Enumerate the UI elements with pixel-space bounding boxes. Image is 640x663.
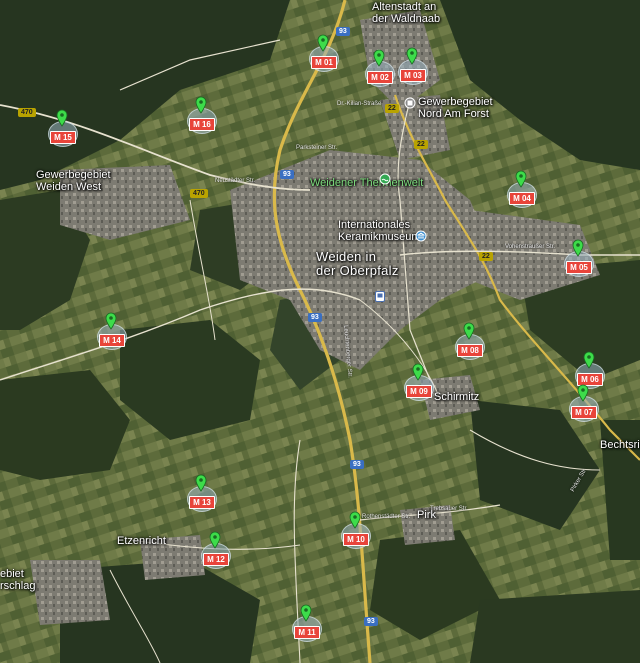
map-marker-m04[interactable]: M 04 — [506, 170, 537, 208]
map-marker-m15[interactable]: M 15 — [47, 109, 78, 147]
map-marker-m14[interactable]: M 14 — [96, 312, 127, 350]
place-thermenwelt: Weidener Thermenwelt — [310, 177, 424, 189]
train-station-icon[interactable] — [375, 289, 385, 307]
street-neustaedter: Neustädter Str. — [215, 178, 256, 184]
map-marker-m07[interactable]: M 07 — [568, 384, 599, 422]
road-shield-b470-center: 470 — [190, 189, 208, 198]
road-shield-a93-north: 93 — [336, 27, 350, 36]
place-keramikmuseum: Internationales Keramikmuseum — [338, 219, 421, 243]
map-marker-m09[interactable]: M 09 — [403, 363, 434, 401]
pool-icon[interactable] — [379, 172, 391, 190]
poi-icon[interactable] — [404, 96, 416, 114]
map-pin-icon — [195, 474, 207, 492]
map-pin-icon — [406, 47, 418, 65]
place-etzenricht: Etzenricht — [117, 535, 166, 547]
map-pin-icon — [105, 312, 117, 330]
road-shield-a93-far-south: 93 — [364, 617, 378, 626]
place-gewerbegebiet-west: Gewerbegebiet Weiden West — [36, 169, 111, 193]
road-shield-a93-mid: 93 — [308, 313, 322, 322]
marker-label: M 02 — [367, 71, 393, 84]
street-trebsauer: Trebsauer Str. — [430, 506, 468, 512]
street-parksteiner: Parksteiner Str. — [296, 145, 338, 151]
map-marker-m06[interactable]: M 06 — [574, 351, 605, 389]
road-shield-b22-east: 22 — [479, 252, 493, 261]
map-marker-m03[interactable]: M 03 — [397, 47, 428, 85]
marker-label: M 04 — [509, 192, 535, 205]
map-marker-m01[interactable]: M 01 — [308, 34, 339, 72]
street-vohenstraussl: Vohenstraußer Str. — [505, 244, 556, 250]
map-pin-icon — [209, 531, 221, 549]
map-pin-icon — [195, 96, 207, 114]
marker-label: M 15 — [50, 131, 76, 144]
map-pin-icon — [463, 322, 475, 340]
place-weiden: Weiden in der Oberpfalz — [316, 249, 399, 278]
map-pin-icon — [56, 109, 68, 127]
marker-label: M 09 — [406, 385, 432, 398]
road-shield-a93-center: 93 — [280, 170, 294, 179]
map-marker-m02[interactable]: M 02 — [364, 49, 395, 87]
marker-label: M 14 — [99, 334, 125, 347]
museum-icon[interactable] — [415, 229, 427, 247]
map-marker-m13[interactable]: M 13 — [186, 474, 217, 512]
road-shield-b22-north: 22 — [385, 104, 399, 113]
place-gewerbegebiet-sw: ebiet rschlag — [0, 568, 36, 592]
place-bechtsrieth: Bechtsrie — [600, 439, 640, 451]
road-shield-a93-south: 93 — [350, 460, 364, 469]
map-pin-icon — [317, 34, 329, 52]
map-marker-m10[interactable]: M 10 — [340, 511, 371, 549]
map-pin-icon — [300, 604, 312, 622]
marker-label: M 10 — [343, 533, 369, 546]
map-pin-icon — [373, 49, 385, 67]
marker-label: M 05 — [566, 261, 592, 274]
marker-label: M 08 — [457, 344, 483, 357]
map-pin-icon — [583, 351, 595, 369]
place-gewerbegebiet-nord: Gewerbegebiet Nord Am Forst — [418, 96, 493, 120]
marker-label: M 07 — [571, 406, 597, 419]
map-pin-icon — [412, 363, 424, 381]
marker-label: M 03 — [400, 69, 426, 82]
marker-label: M 11 — [294, 626, 320, 639]
map-marker-m11[interactable]: M 11 — [291, 604, 322, 642]
marker-label: M 16 — [189, 118, 215, 131]
marker-label: M 12 — [203, 553, 229, 566]
place-altenstadt: Altenstadt an der Waldnaab — [372, 1, 441, 25]
map-pin-icon — [349, 511, 361, 529]
map-marker-m16[interactable]: M 16 — [186, 96, 217, 134]
place-schirmitz: Schirmitz — [434, 391, 480, 403]
road-shield-b22-center: 22 — [414, 140, 428, 149]
map-pin-icon — [515, 170, 527, 188]
marker-label: M 01 — [311, 56, 337, 69]
map-marker-m12[interactable]: M 12 — [200, 531, 231, 569]
road-shield-b470-west: 470 — [18, 108, 36, 117]
map-pin-icon — [572, 239, 584, 257]
satellite-map[interactable]: Altenstadt an der Waldnaab Gewerbegebiet… — [0, 0, 640, 663]
map-pin-icon — [577, 384, 589, 402]
marker-label: M 13 — [189, 496, 215, 509]
map-marker-m08[interactable]: M 08 — [454, 322, 485, 360]
map-marker-m05[interactable]: M 05 — [563, 239, 594, 277]
street-kilian: Dr.-Kilian-Straße — [337, 101, 382, 107]
